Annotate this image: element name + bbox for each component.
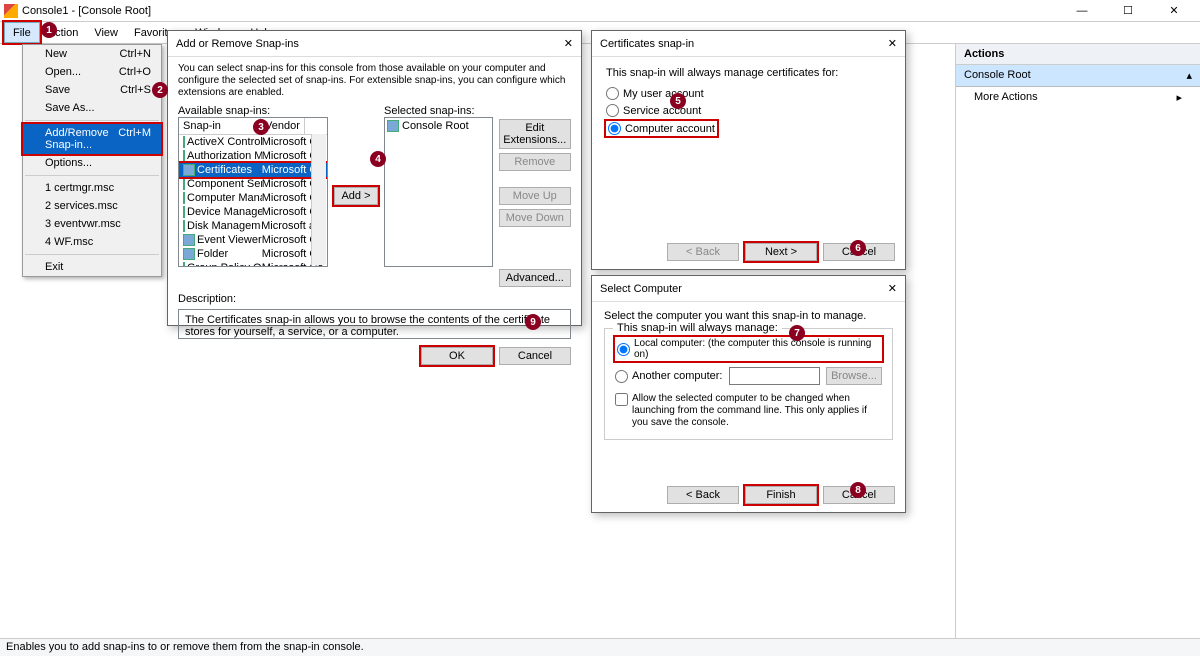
comp-intro: Select the computer you want this snap-i… — [604, 310, 893, 322]
window-title: Console1 - [Console Root] — [22, 5, 1060, 17]
radio-local-computer[interactable]: Local computer: (the computer this conso… — [615, 337, 882, 361]
scrollbar[interactable] — [311, 134, 326, 265]
menu-file[interactable]: File — [4, 22, 40, 43]
chevron-right-icon: ▸ — [1176, 91, 1182, 104]
actions-console-root[interactable]: Console Root▴ — [956, 65, 1200, 87]
annotation-2: 2 — [152, 82, 168, 98]
col-snapin[interactable]: Snap-in — [179, 118, 261, 134]
snapin-row[interactable]: Event ViewerMicrosoft Cor... — [179, 233, 327, 247]
annotation-9: 9 — [525, 314, 541, 330]
remove-button: Remove — [499, 153, 571, 171]
annotation-1: 1 — [41, 22, 57, 38]
file-menu-dropdown: NewCtrl+N Open...Ctrl+O SaveCtrl+S Save … — [22, 44, 162, 277]
annotation-5: 5 — [670, 93, 686, 109]
annotation-8: 8 — [850, 482, 866, 498]
available-snapins-list[interactable]: Snap-inVendor ActiveX ControlMicrosoft C… — [178, 117, 328, 267]
snapin-row[interactable]: Component ServicesMicrosoft Cor... — [179, 177, 327, 191]
dialog-title: Select Computer — [600, 283, 682, 295]
ok-button[interactable]: OK — [421, 347, 493, 365]
browse-button: Browse... — [826, 367, 882, 385]
menu-item-exit[interactable]: Exit — [23, 258, 161, 276]
annotation-3: 3 — [253, 119, 269, 135]
menu-view[interactable]: View — [86, 22, 126, 43]
menu-item-options[interactable]: Options... — [23, 154, 161, 172]
menu-item-recent-3[interactable]: 3 eventvwr.msc — [23, 215, 161, 233]
radio-computer[interactable]: Computer account — [606, 121, 717, 136]
snapin-row[interactable]: CertificatesMicrosoft Cor... — [179, 163, 327, 177]
snapin-row[interactable]: Computer Managem...Microsoft Cor... — [179, 191, 327, 205]
menu-item-open[interactable]: Open...Ctrl+O — [23, 63, 161, 81]
radio-another-computer[interactable]: Another computer: — [615, 370, 723, 383]
description-label: Description: — [178, 293, 571, 305]
move-up-button: Move Up — [499, 187, 571, 205]
dialog-select-computer: Select Computer ✕ Select the computer yo… — [591, 275, 906, 513]
snapin-row[interactable]: FolderMicrosoft Cor... — [179, 247, 327, 261]
collapse-icon: ▴ — [1186, 69, 1192, 82]
menu-item-saveas[interactable]: Save As... — [23, 99, 161, 117]
actions-more[interactable]: More Actions▸ — [956, 87, 1200, 108]
dialog-intro: You can select snap-ins for this console… — [178, 63, 571, 99]
dialog-add-remove-snapins: Add or Remove Snap-ins ✕ You can select … — [167, 30, 582, 326]
dialog-title: Certificates snap-in — [600, 38, 694, 50]
menu-item-recent-4[interactable]: 4 WF.msc — [23, 233, 161, 251]
close-icon[interactable]: ✕ — [564, 37, 573, 50]
selected-snapins-list[interactable]: Console Root — [384, 117, 493, 267]
snapin-row[interactable]: Authorization ManagerMicrosoft Cor... — [179, 149, 327, 163]
menu-item-new[interactable]: NewCtrl+N — [23, 45, 161, 63]
radio-service[interactable]: Service account — [606, 104, 891, 117]
menu-item-recent-2[interactable]: 2 services.msc — [23, 197, 161, 215]
cert-intro: This snap-in will always manage certific… — [606, 67, 891, 79]
window-titlebar: Console1 - [Console Root] — ☐ ✕ — [0, 0, 1200, 22]
snapin-row[interactable]: ActiveX ControlMicrosoft Cor... — [179, 135, 327, 149]
folder-icon — [387, 120, 399, 132]
checkbox-allow-change[interactable]: Allow the selected computer to be change… — [615, 393, 882, 429]
back-button[interactable]: < Back — [667, 486, 739, 504]
window-minimize[interactable]: — — [1060, 1, 1104, 21]
menu-item-add-remove-snapin[interactable]: Add/Remove Snap-in...Ctrl+M — [23, 124, 161, 154]
dialog-title: Add or Remove Snap-ins — [176, 38, 299, 50]
next-button[interactable]: Next > — [745, 243, 817, 261]
actions-pane-header: Actions — [956, 44, 1200, 65]
snapin-row[interactable]: Device ManagerMicrosoft Cor... — [179, 205, 327, 219]
description-box: The Certificates snap-in allows you to b… — [178, 309, 571, 339]
group-legend: This snap-in will always manage: — [613, 322, 782, 334]
available-label: Available snap-ins: — [178, 105, 328, 117]
window-maximize[interactable]: ☐ — [1106, 1, 1150, 21]
close-icon[interactable]: ✕ — [888, 282, 897, 295]
cancel-button[interactable]: Cancel — [499, 347, 571, 365]
advanced-button[interactable]: Advanced... — [499, 269, 571, 287]
radio-my-user[interactable]: My user account — [606, 87, 891, 100]
dialog-certificates-snapin: Certificates snap-in ✕ This snap-in will… — [591, 30, 906, 270]
snapin-row[interactable]: Group Policy Object ...Microsoft Cor... — [179, 261, 327, 267]
menu-item-save[interactable]: SaveCtrl+S — [23, 81, 161, 99]
finish-button[interactable]: Finish — [745, 486, 817, 504]
window-close[interactable]: ✕ — [1152, 1, 1196, 21]
another-computer-input[interactable] — [729, 367, 821, 385]
edit-extensions-button[interactable]: Edit Extensions... — [499, 119, 571, 149]
menu-item-recent-1[interactable]: 1 certmgr.msc — [23, 179, 161, 197]
back-button: < Back — [667, 243, 739, 261]
snapin-row[interactable]: Disk ManagementMicrosoft and... — [179, 219, 327, 233]
move-down-button: Move Down — [499, 209, 571, 227]
actions-pane: Actions Console Root▴ More Actions▸ — [955, 44, 1200, 638]
annotation-4: 4 — [370, 151, 386, 167]
statusbar: Enables you to add snap-ins to or remove… — [0, 638, 1200, 656]
selected-label: Selected snap-ins: — [384, 105, 493, 117]
add-button[interactable]: Add > — [334, 187, 378, 205]
annotation-6: 6 — [850, 240, 866, 256]
close-icon[interactable]: ✕ — [888, 37, 897, 50]
mmc-icon — [4, 4, 18, 18]
selected-root: Console Root — [402, 120, 469, 132]
annotation-7: 7 — [789, 325, 805, 341]
